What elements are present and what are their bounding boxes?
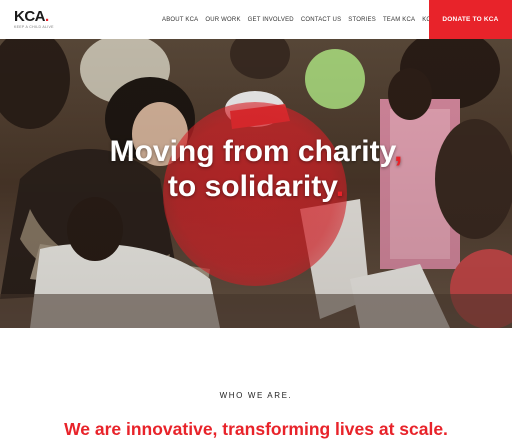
nav-item-team-kca[interactable]: TEAM KCA (383, 17, 415, 23)
logo-tagline: KEEP A CHILD ALIVE (14, 25, 54, 29)
nav-item-get-involved[interactable]: GET INVOLVED (248, 17, 294, 23)
hero-banner: Moving from charity, to solidarity. (0, 39, 512, 328)
nav-item-contact-us[interactable]: CONTACT US (301, 17, 341, 23)
site-header: KCA. KEEP A CHILD ALIVE ABOUT KCA OUR WO… (0, 0, 512, 39)
mission-tagline: We are innovative, transforming lives at… (64, 419, 448, 439)
kca-logo[interactable]: KCA. KEEP A CHILD ALIVE (14, 9, 54, 31)
hero-headline: Moving from charity, to solidarity. (0, 134, 512, 204)
logo-wordmark: KCA. (14, 8, 49, 25)
hero-line-2: to solidarity. (167, 170, 345, 203)
hero-line-1: Moving from charity, (109, 135, 403, 168)
who-we-are-heading: WHO WE ARE. (219, 391, 293, 400)
main-nav: ABOUT KCA OUR WORK GET INVOLVED CONTACT … (162, 0, 462, 39)
nav-item-stories[interactable]: STORIES (348, 17, 376, 23)
nav-item-our-work[interactable]: OUR WORK (205, 17, 240, 23)
nav-item-about-kca[interactable]: ABOUT KCA (162, 17, 198, 23)
donate-button[interactable]: DONATE TO KCA (429, 0, 512, 39)
